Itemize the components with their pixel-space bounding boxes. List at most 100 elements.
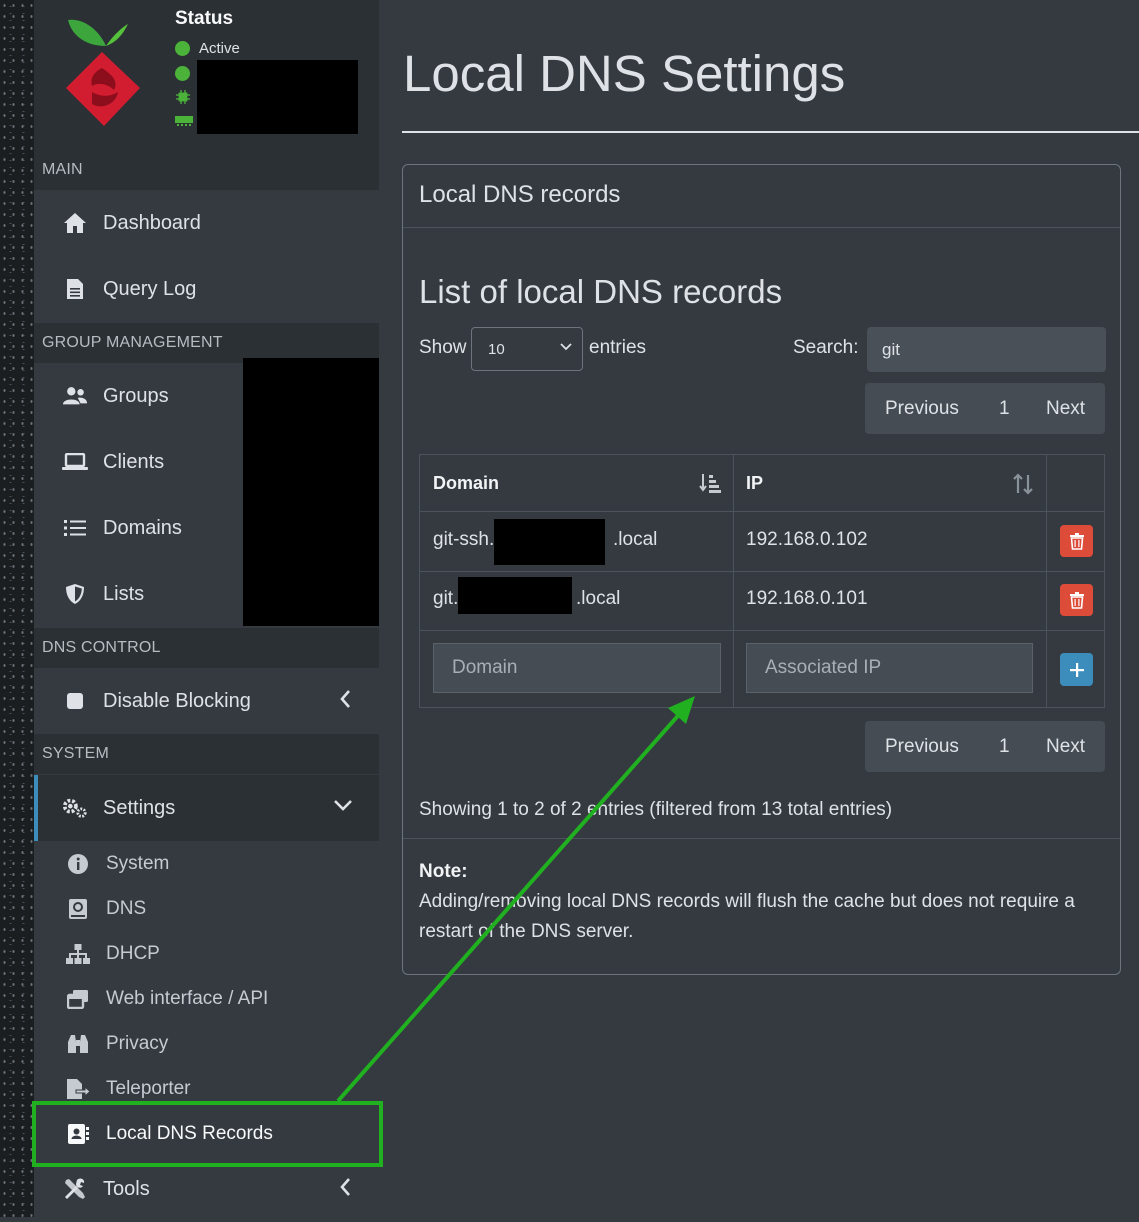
sidebar: Status Active MAIN Dashboard Query Log G… bbox=[34, 0, 379, 1217]
window-restore-icon bbox=[66, 987, 90, 1011]
sub-dns[interactable]: DNS bbox=[34, 886, 379, 931]
pagination-next[interactable]: Next bbox=[1046, 398, 1085, 420]
search-input[interactable] bbox=[867, 327, 1106, 372]
pagination-top: Previous 1 Next bbox=[865, 383, 1105, 434]
memory-row bbox=[175, 114, 193, 126]
domain-suffix: .local bbox=[613, 529, 658, 550]
ip-value: 192.168.0.101 bbox=[746, 588, 868, 609]
laptop-icon bbox=[62, 449, 88, 475]
entries-label: entries bbox=[589, 337, 647, 358]
pagination-page[interactable]: 1 bbox=[999, 398, 1010, 420]
pagination-previous[interactable]: Previous bbox=[885, 736, 959, 758]
show-label: Show bbox=[419, 337, 467, 358]
dns-records-table: Domain IP git-ssh. .local 192.168.0.102 … bbox=[419, 454, 1105, 708]
note-text: Adding/removing local DNS records will f… bbox=[419, 891, 1075, 942]
table-info: Showing 1 to 2 of 2 entries (filtered fr… bbox=[419, 799, 893, 820]
delete-record-button[interactable] bbox=[1060, 525, 1093, 557]
pagination-page[interactable]: 1 bbox=[999, 736, 1010, 758]
redacted-status-block bbox=[197, 60, 358, 134]
nav-domains-label: Domains bbox=[103, 516, 182, 539]
nav-clients-label: Clients bbox=[103, 450, 165, 473]
add-record-button[interactable] bbox=[1060, 653, 1093, 686]
tools-icon bbox=[62, 1176, 88, 1202]
load-gauge-icon bbox=[175, 66, 190, 81]
gears-icon bbox=[62, 795, 88, 821]
file-export-icon bbox=[66, 1077, 90, 1101]
desktop-texture bbox=[0, 0, 34, 1217]
domain-prefix: git-ssh. bbox=[433, 529, 495, 550]
nav-dashboard-label: Dashboard bbox=[103, 211, 201, 234]
section-group-management: GROUP MANAGEMENT bbox=[34, 323, 379, 363]
row-divider bbox=[420, 571, 1104, 572]
sub-dns-label: DNS bbox=[106, 897, 147, 919]
redacted-domain bbox=[494, 519, 605, 565]
nav-query-log[interactable]: Query Log bbox=[34, 256, 379, 322]
trash-icon bbox=[1069, 591, 1084, 609]
pagination-bottom: Previous 1 Next bbox=[865, 721, 1105, 772]
nav-groups-label: Groups bbox=[103, 384, 169, 407]
pagination-next[interactable]: Next bbox=[1046, 736, 1085, 758]
redacted-sidebar-block bbox=[243, 358, 379, 626]
trash-icon bbox=[1069, 532, 1084, 550]
nav-settings-label: Settings bbox=[103, 796, 176, 819]
list-title: List of local DNS records bbox=[419, 273, 783, 310]
list-icon bbox=[62, 515, 88, 541]
sub-privacy-label: Privacy bbox=[106, 1032, 169, 1054]
column-header-domain-label: Domain bbox=[433, 472, 500, 493]
sub-privacy[interactable]: Privacy bbox=[34, 1021, 379, 1066]
page-length-value: 10 bbox=[488, 340, 505, 358]
nav-disable-blocking-label: Disable Blocking bbox=[103, 689, 251, 712]
section-main: MAIN bbox=[34, 150, 379, 190]
nav-settings[interactable]: Settings bbox=[34, 775, 379, 841]
status-title: Status bbox=[175, 8, 234, 29]
sub-dhcp-label: DHCP bbox=[106, 942, 160, 964]
section-dns-control: DNS CONTROL bbox=[34, 628, 379, 668]
column-divider bbox=[1046, 455, 1047, 707]
column-header-domain[interactable]: Domain bbox=[420, 455, 733, 511]
redacted-domain bbox=[458, 577, 572, 614]
column-divider bbox=[733, 455, 734, 707]
nav-disable-blocking[interactable]: Disable Blocking bbox=[34, 668, 379, 734]
local-dns-card: Local DNS records List of local DNS reco… bbox=[402, 164, 1121, 975]
nav-query-log-label: Query Log bbox=[103, 277, 197, 300]
annotation-highlight-box bbox=[32, 1101, 383, 1167]
column-header-ip-label: IP bbox=[746, 472, 764, 493]
page-length-select[interactable]: 10 bbox=[471, 327, 583, 371]
ip-value: 192.168.0.102 bbox=[746, 529, 868, 550]
file-lines-icon bbox=[62, 276, 88, 302]
chevron-left-icon bbox=[340, 690, 350, 708]
pagination-previous[interactable]: Previous bbox=[885, 398, 959, 420]
note-divider bbox=[403, 838, 1120, 839]
note-title: Note: bbox=[419, 861, 468, 882]
book-globe-icon bbox=[66, 897, 90, 921]
sub-system[interactable]: System bbox=[34, 841, 379, 886]
search-label: Search: bbox=[793, 337, 859, 358]
card-title: Local DNS records bbox=[419, 181, 621, 208]
memory-icon bbox=[175, 116, 193, 126]
load-row bbox=[175, 66, 199, 81]
new-domain-input[interactable] bbox=[433, 643, 721, 693]
chevron-left-icon bbox=[340, 1178, 350, 1196]
sub-system-label: System bbox=[106, 852, 170, 874]
status-active: Active bbox=[175, 40, 240, 57]
new-ip-input[interactable] bbox=[746, 643, 1033, 693]
stop-icon bbox=[62, 688, 88, 714]
sub-dhcp[interactable]: DHCP bbox=[34, 931, 379, 976]
nav-lists-label: Lists bbox=[103, 582, 145, 605]
section-system: SYSTEM bbox=[34, 734, 379, 774]
chevron-down-icon bbox=[334, 800, 352, 811]
domain-suffix: .local bbox=[576, 588, 621, 609]
sub-web-interface[interactable]: Web interface / API bbox=[34, 976, 379, 1021]
delete-record-button[interactable] bbox=[1060, 584, 1093, 616]
sidebar-brand: Status Active bbox=[34, 0, 379, 150]
status-active-label: Active bbox=[199, 40, 240, 57]
page-title: Local DNS Settings bbox=[403, 45, 846, 102]
plus-icon bbox=[1069, 662, 1084, 677]
sort-both-icon bbox=[1013, 473, 1033, 495]
info-circle-icon bbox=[66, 852, 90, 876]
sub-web-interface-label: Web interface / API bbox=[106, 987, 269, 1009]
binoculars-icon bbox=[66, 1032, 90, 1056]
column-header-ip[interactable]: IP bbox=[733, 455, 1046, 511]
home-icon bbox=[62, 210, 88, 236]
nav-dashboard[interactable]: Dashboard bbox=[34, 190, 379, 256]
